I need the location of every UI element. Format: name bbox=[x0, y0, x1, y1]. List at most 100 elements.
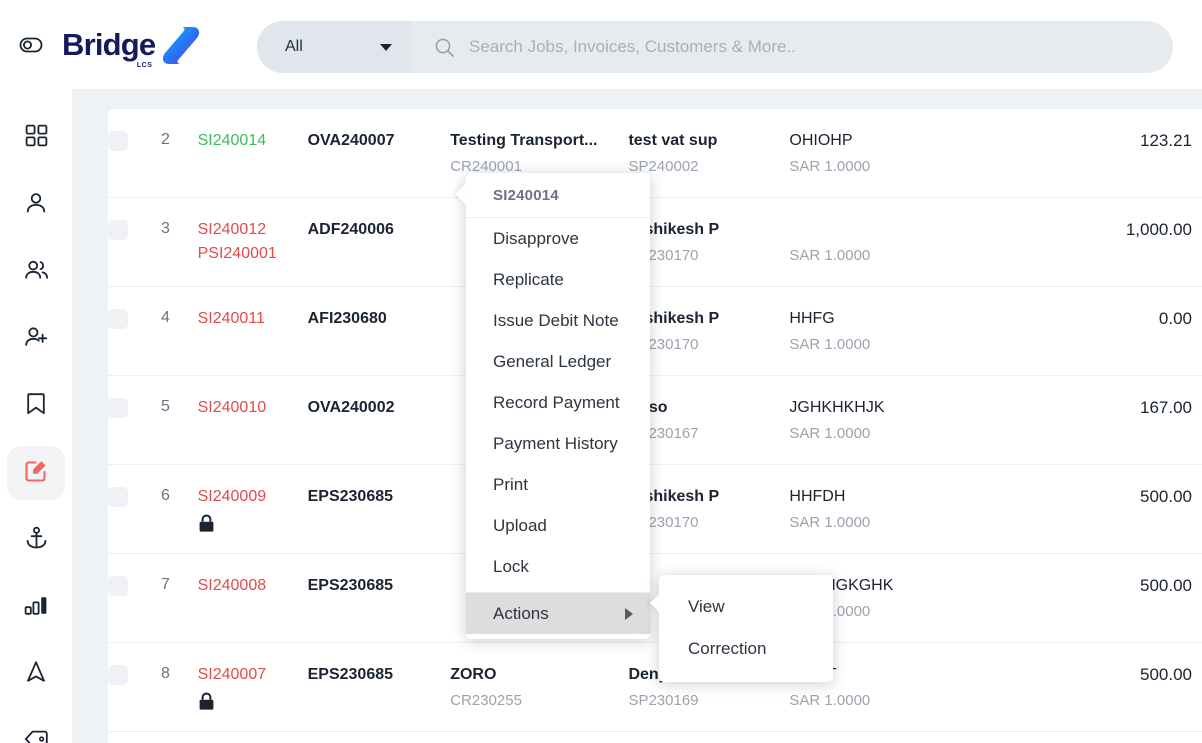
row-checkbox[interactable] bbox=[108, 398, 128, 418]
row-document-number: ADF240006 bbox=[307, 221, 394, 238]
submenu-pointer-icon bbox=[650, 594, 659, 612]
tag-icon bbox=[23, 727, 50, 743]
row-reference[interactable]: SI240010 bbox=[198, 398, 298, 418]
row-supplier-name: Rishikesh P bbox=[628, 221, 720, 238]
row-document-number: OVA240002 bbox=[307, 399, 395, 416]
row-reference[interactable]: SI240014 bbox=[198, 131, 298, 151]
row-amount: 1,000.00 bbox=[1125, 220, 1192, 239]
sidebar-item-tracking[interactable] bbox=[7, 647, 65, 701]
row-description: JGHKHKHJK bbox=[789, 399, 885, 416]
brand-subtitle: LCS bbox=[136, 62, 153, 69]
search-input[interactable] bbox=[469, 37, 1173, 57]
row-currency-rate: SAR 1.0000 bbox=[789, 158, 871, 175]
row-supplier-name: test vat sup bbox=[628, 132, 718, 149]
table-row[interactable]: 4 SI240011 AFI230680 Rishikesh P SP230170 HHF… bbox=[108, 287, 1202, 376]
brand-logo[interactable]: Bridge LCS bbox=[62, 23, 203, 69]
table-row[interactable]: 3 SI240012 PSI240001 ADF240006 Rishikesh P SP… bbox=[108, 198, 1202, 287]
row-customer-code: CR230255 bbox=[450, 692, 522, 709]
context-menu-item-disapprove[interactable]: Disapprove bbox=[466, 218, 650, 259]
bookmark-icon bbox=[24, 391, 48, 422]
sidebar-item-invoices[interactable] bbox=[7, 446, 65, 500]
sidebar-item-shipping[interactable] bbox=[7, 513, 65, 567]
row-reference[interactable]: SI240011 bbox=[198, 309, 298, 329]
row-reference-secondary[interactable]: PSI240001 bbox=[198, 244, 298, 264]
table-row[interactable]: 8 SI240007 EPS230685 ZORO CR230255 Deny SP2301… bbox=[108, 643, 1202, 732]
user-plus-icon bbox=[23, 324, 50, 355]
sidebar-item-tags[interactable] bbox=[7, 714, 65, 743]
context-menu-item-issue-debit-note[interactable]: Issue Debit Note bbox=[466, 300, 650, 341]
table-row[interactable]: 2 SI240014 OVA240007 Testing Transport... CR… bbox=[108, 108, 1202, 198]
row-index: 6 bbox=[160, 487, 170, 504]
search-scope-dropdown[interactable]: All bbox=[257, 21, 412, 73]
row-reference[interactable]: SI240009 bbox=[198, 487, 298, 507]
row-document-number: OVA240007 bbox=[307, 132, 395, 149]
row-description: OHIOHP bbox=[789, 132, 853, 149]
row-reference[interactable]: SI240012 bbox=[198, 220, 298, 240]
chevron-down-icon bbox=[380, 43, 392, 51]
brand-name-text: Bridge bbox=[62, 27, 156, 62]
context-menu-item-payment-history[interactable]: Payment History bbox=[466, 423, 650, 464]
sidebar-item-reports[interactable] bbox=[7, 580, 65, 634]
context-menu-item-actions[interactable]: Actions bbox=[466, 593, 650, 634]
row-supplier-code: SP230170 bbox=[628, 336, 699, 353]
row-checkbox[interactable] bbox=[108, 576, 128, 596]
actions-submenu: View Correction bbox=[650, 575, 833, 682]
invoices-table-card: 2 SI240014 OVA240007 Testing Transport... CR… bbox=[108, 108, 1202, 743]
row-reference[interactable]: SI240008 bbox=[198, 576, 298, 596]
row-description: HHFG bbox=[789, 310, 835, 327]
table-row[interactable]: 5 SI240010 OVA240002 Soso SP230167 JGHKHKHJK S… bbox=[108, 376, 1202, 465]
app-header: Bridge LCS All bbox=[0, 0, 1202, 89]
submenu-item-correction[interactable]: Correction bbox=[659, 628, 833, 670]
row-checkbox[interactable] bbox=[108, 665, 128, 685]
row-checkbox[interactable] bbox=[108, 220, 128, 240]
anchor-icon bbox=[24, 525, 49, 556]
row-description: HHFDH bbox=[789, 488, 846, 505]
row-supplier-code: SP230170 bbox=[628, 514, 699, 531]
invoices-table: 2 SI240014 OVA240007 Testing Transport... CR… bbox=[108, 108, 1202, 732]
row-checkbox[interactable] bbox=[108, 487, 128, 507]
row-amount: 500.00 bbox=[1140, 576, 1192, 595]
sidebar-item-add-user[interactable] bbox=[7, 312, 65, 366]
sidebar-item-customers[interactable] bbox=[7, 245, 65, 299]
context-menu-item-record-payment[interactable]: Record Payment bbox=[466, 382, 650, 423]
edit-square-icon bbox=[23, 458, 49, 489]
lock-icon bbox=[198, 514, 298, 538]
row-reference[interactable]: SI240007 bbox=[198, 665, 298, 685]
app-root: Bridge LCS All Search Jobs, Invoices, Cu… bbox=[0, 0, 1202, 743]
row-document-number: EPS230685 bbox=[307, 666, 394, 683]
row-index: 4 bbox=[160, 309, 170, 326]
chevron-right-icon bbox=[625, 607, 633, 620]
row-amount: 123.21 bbox=[1140, 131, 1192, 150]
context-menu-item-lock[interactable]: Lock bbox=[466, 546, 650, 587]
row-supplier-name: Soso bbox=[628, 398, 779, 418]
row-amount: 500.00 bbox=[1140, 665, 1192, 684]
row-customer-name: Testing Transport... bbox=[450, 132, 598, 149]
table-row[interactable]: 6 SI240009 EPS230685 Rishikesh P SP230170 HHF… bbox=[108, 465, 1202, 554]
context-menu-item-upload[interactable]: Upload bbox=[466, 505, 650, 546]
submenu-item-view[interactable]: View bbox=[659, 586, 833, 628]
sidebar-item-dashboard[interactable] bbox=[7, 111, 65, 165]
context-menu-title: SI240014 bbox=[466, 173, 650, 218]
row-supplier-code: SP230170 bbox=[628, 247, 699, 264]
toggle-eye-icon[interactable] bbox=[16, 30, 46, 60]
context-menu-item-print[interactable]: Print bbox=[466, 464, 650, 505]
left-sidebar bbox=[0, 89, 73, 743]
row-document-number: EPS230685 bbox=[307, 488, 394, 505]
sidebar-item-bookmarks[interactable] bbox=[7, 379, 65, 433]
row-index: 3 bbox=[160, 220, 170, 237]
search-icon bbox=[434, 37, 455, 58]
row-checkbox[interactable] bbox=[108, 309, 128, 329]
context-menu-item-actions-label: Actions bbox=[493, 604, 549, 623]
row-supplier-name: Rishikesh P bbox=[628, 488, 720, 505]
global-search-bar: All bbox=[257, 21, 1173, 73]
row-amount: 167.00 bbox=[1140, 398, 1192, 417]
brand-name: Bridge LCS bbox=[62, 27, 156, 69]
context-menu-item-replicate[interactable]: Replicate bbox=[466, 259, 650, 300]
row-customer-name: ZORO bbox=[450, 666, 497, 683]
sidebar-item-profile[interactable] bbox=[7, 178, 65, 232]
row-checkbox[interactable] bbox=[108, 131, 128, 151]
row-document-number: AFI230680 bbox=[307, 310, 387, 327]
row-currency-rate: SAR 1.0000 bbox=[789, 692, 871, 709]
context-menu-pointer-icon bbox=[455, 183, 466, 205]
context-menu-item-general-ledger[interactable]: General Ledger bbox=[466, 341, 650, 382]
